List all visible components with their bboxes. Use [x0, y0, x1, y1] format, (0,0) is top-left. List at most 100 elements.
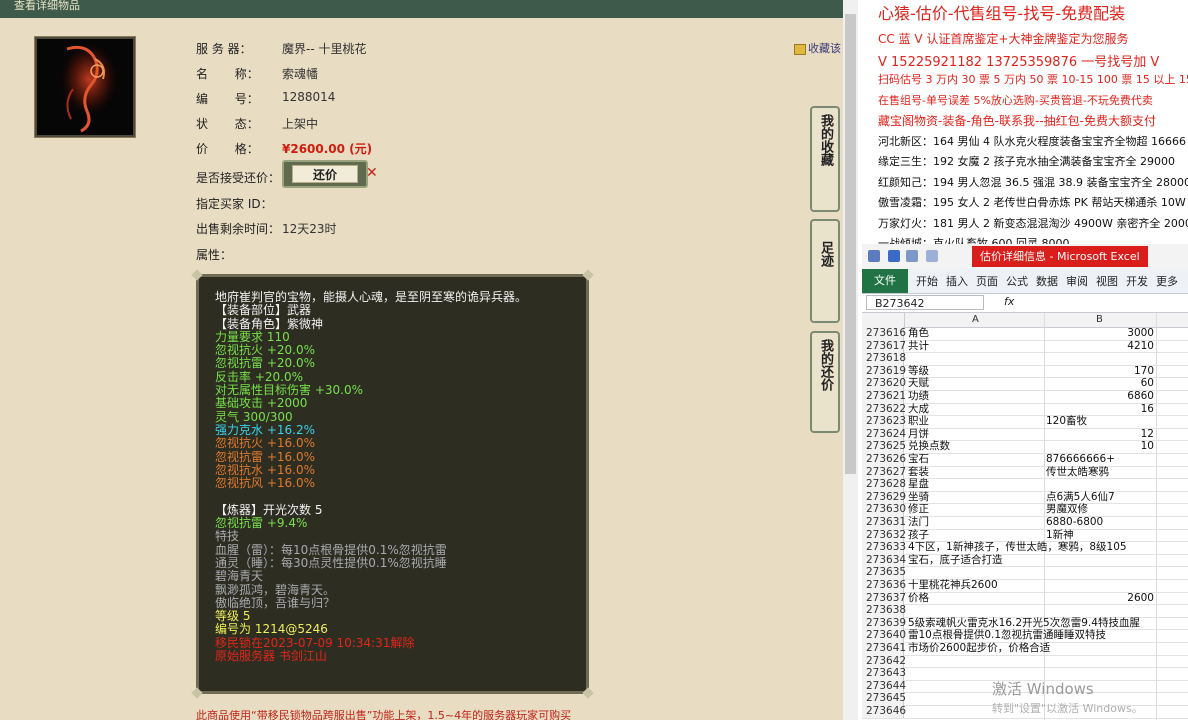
row-number[interactable]: 273645	[862, 692, 906, 705]
cell-b[interactable]: 16	[1046, 403, 1154, 416]
side-tab-favorites[interactable]: 我的收藏	[810, 106, 840, 212]
table-row[interactable]: 273617 共计 4210	[862, 339, 1188, 354]
table-row[interactable]: 273636 十里桃花神兵2600	[862, 579, 1188, 593]
counter-offer-button[interactable]: 还价	[282, 160, 368, 188]
cell-b[interactable]: 6880-6800	[1046, 516, 1154, 529]
cell-b[interactable]: 120畜牧	[1046, 415, 1154, 428]
cell-a[interactable]: 5级索魂帆火雷克水16.2开光5次忽雷9.4特技血腥	[908, 617, 1140, 630]
table-row[interactable]: 273631 法门 6880-6800	[862, 516, 1188, 530]
cell-b[interactable]: 10	[1046, 440, 1154, 453]
table-row[interactable]: 273640 雷10点根骨提供0.1忽视抗雷通睡睡双特技	[862, 629, 1188, 643]
table-row[interactable]: 273641 市场价2600起步价，价格合适	[862, 642, 1188, 656]
row-number[interactable]: 273618	[862, 352, 906, 365]
row-number[interactable]: 273628	[862, 478, 906, 491]
ribbon-tab[interactable]: 更多	[1156, 273, 1178, 289]
row-number[interactable]: 273623	[862, 415, 906, 428]
table-row[interactable]: 273638	[862, 604, 1188, 618]
cell-a[interactable]: 角色	[908, 327, 929, 340]
table-row[interactable]: 273625 兑换点数 10	[862, 440, 1188, 454]
table-row[interactable]: 273642	[862, 654, 1188, 669]
cell-b[interactable]: 4210	[1046, 340, 1154, 353]
row-number[interactable]: 273627	[862, 465, 906, 479]
ribbon-tab[interactable]: 开发	[1126, 273, 1148, 289]
row-number[interactable]: 273625	[862, 440, 906, 453]
cell-a[interactable]: 宝石，底子适合打造	[908, 554, 1003, 567]
table-row[interactable]: 273622 大成 16	[862, 402, 1188, 417]
cell-a[interactable]: 雷10点根骨提供0.1忽视抗雷通睡睡双特技	[908, 629, 1106, 642]
tab-file[interactable]: 文件	[862, 269, 908, 293]
row-number[interactable]: 273622	[862, 402, 906, 416]
row-number[interactable]: 273631	[862, 516, 906, 529]
cell-a[interactable]: 天赋	[908, 377, 929, 390]
cell-b[interactable]: 1新神	[1046, 529, 1154, 542]
cell-b[interactable]: 6860	[1046, 390, 1154, 403]
ribbon-tab[interactable]: 插入	[946, 273, 968, 289]
scroll-thumb[interactable]	[845, 14, 856, 474]
table-row[interactable]: 273620 天赋 60	[862, 377, 1188, 391]
row-number[interactable]: 273638	[862, 604, 906, 617]
cell-b[interactable]: 点6满5人6仙7	[1046, 491, 1154, 504]
cell-b[interactable]: 传世太皓寒鸦	[1046, 466, 1154, 479]
cell-a[interactable]: 职业	[908, 415, 929, 428]
row-number[interactable]: 273632	[862, 528, 906, 542]
row-number[interactable]: 273616	[862, 327, 906, 340]
table-row[interactable]: 273628 星盘	[862, 478, 1188, 492]
vertical-scrollbar[interactable]	[843, 0, 858, 720]
cell-b[interactable]: 2600	[1046, 592, 1154, 605]
cell-a[interactable]: 坐骑	[908, 491, 929, 504]
cell-a[interactable]: 宝石	[908, 453, 929, 466]
cell-a[interactable]: 共计	[908, 340, 929, 353]
row-number[interactable]: 273642	[862, 654, 906, 668]
row-number[interactable]: 273636	[862, 579, 906, 592]
undo-icon[interactable]	[906, 250, 918, 262]
cell-a[interactable]: 4下区，1新神孩子，传世太皓，寒鸦，8级105	[908, 541, 1127, 554]
cell-a[interactable]: 月饼	[908, 428, 929, 441]
table-row[interactable]: 273634 宝石，底子适合打造	[862, 553, 1188, 568]
row-number[interactable]: 273633	[862, 541, 906, 554]
row-number[interactable]: 273617	[862, 339, 906, 353]
redo-icon[interactable]	[926, 250, 938, 262]
cell-a[interactable]: 大成	[908, 403, 929, 416]
side-tab-footprint[interactable]: 足迹	[810, 219, 840, 323]
name-box[interactable]: B273642	[866, 295, 984, 310]
cell-a[interactable]: 兑换点数	[908, 440, 950, 453]
table-row[interactable]: 273621 功绩 6860	[862, 390, 1188, 404]
table-row[interactable]: 273618	[862, 352, 1188, 366]
row-number[interactable]: 273637	[862, 591, 906, 605]
cell-b[interactable]: 3000	[1046, 327, 1154, 340]
cell-b[interactable]: 男魔双修	[1046, 503, 1154, 516]
cell-a[interactable]: 星盘	[908, 478, 929, 491]
row-number[interactable]: 273621	[862, 390, 906, 403]
column-header-b[interactable]: B	[1096, 314, 1103, 325]
row-number[interactable]: 273643	[862, 667, 906, 680]
favorite-link[interactable]: 收藏该	[794, 40, 841, 56]
table-row[interactable]: 273626 宝石 876666666+	[862, 453, 1188, 467]
row-number[interactable]: 273620	[862, 377, 906, 390]
cell-b[interactable]: 12	[1046, 428, 1154, 441]
row-number[interactable]: 273641	[862, 642, 906, 655]
cell-a[interactable]: 功绩	[908, 390, 929, 403]
row-number[interactable]: 273624	[862, 427, 906, 441]
row-number[interactable]: 273630	[862, 503, 906, 516]
cell-b[interactable]: 170	[1046, 365, 1154, 378]
row-number[interactable]: 273619	[862, 364, 906, 378]
column-header-a[interactable]: A	[972, 314, 979, 325]
cell-a[interactable]: 等级	[908, 365, 929, 378]
table-row[interactable]: 273637 价格 2600	[862, 591, 1188, 606]
row-number[interactable]: 273626	[862, 453, 906, 466]
table-row[interactable]: 273633 4下区，1新神孩子，传世太皓，寒鸦，8级105	[862, 541, 1188, 555]
table-row[interactable]: 273630 修正 男魔双修	[862, 503, 1188, 517]
cell-a[interactable]: 修正	[908, 503, 929, 516]
row-number[interactable]: 273635	[862, 566, 906, 579]
side-tab-my-counters[interactable]: 我的还价	[810, 331, 840, 433]
row-number[interactable]: 273629	[862, 490, 906, 504]
row-number[interactable]: 273640	[862, 629, 906, 642]
cell-a[interactable]: 法门	[908, 516, 929, 529]
row-number[interactable]: 273646	[862, 705, 906, 718]
ribbon-tab[interactable]: 视图	[1096, 273, 1118, 289]
cell-b[interactable]: 60	[1046, 377, 1154, 390]
fx-icon[interactable]: fx	[1004, 295, 1014, 308]
close-x-icon[interactable]: ✕	[366, 165, 378, 181]
cell-b[interactable]: 876666666+	[1046, 453, 1154, 466]
ribbon-tab[interactable]: 开始	[916, 273, 938, 289]
